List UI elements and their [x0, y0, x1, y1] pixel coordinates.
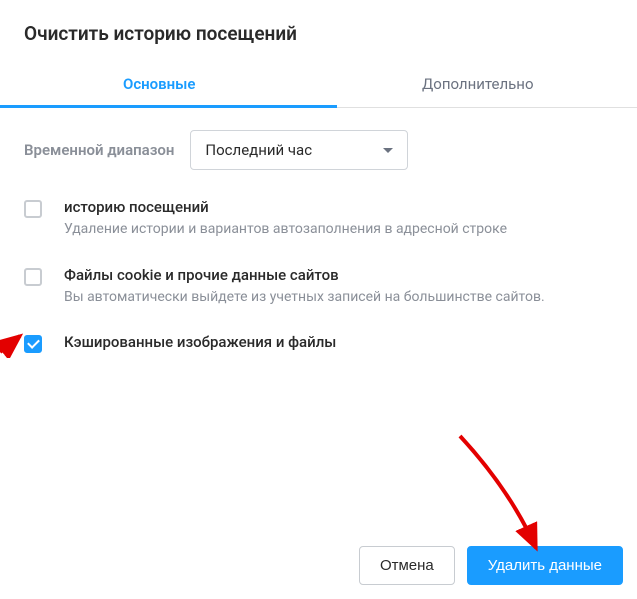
tabs: Основные Дополнительно: [0, 63, 637, 108]
checkbox-history[interactable]: [24, 200, 42, 218]
timerange-value: Последний час: [205, 141, 312, 159]
option-cache-title: Кэшированные изображения и файлы: [64, 333, 336, 351]
option-cookies-desc: Вы автоматически выйдете из учетных запи…: [64, 288, 545, 308]
option-cookies-text: Файлы cookie и прочие данные сайтов Вы а…: [64, 266, 545, 308]
option-cookies-title: Файлы cookie и прочие данные сайтов: [64, 266, 545, 284]
timerange-row: Временной диапазон Последний час: [24, 130, 613, 170]
option-cache: Кэшированные изображения и файлы: [24, 333, 613, 355]
option-history-desc: Удаление истории и вариантов автозаполне…: [64, 220, 507, 240]
cancel-button[interactable]: Отмена: [359, 546, 455, 585]
option-history-text: историю посещений Удаление истории и вар…: [64, 198, 507, 240]
confirm-button[interactable]: Удалить данные: [467, 546, 623, 585]
dialog-footer: Отмена Удалить данные: [359, 546, 623, 585]
tab-advanced-label: Дополнительно: [422, 75, 534, 93]
clear-browsing-data-dialog: Очистить историю посещений Основные Допо…: [0, 0, 637, 599]
tab-basic[interactable]: Основные: [0, 63, 319, 107]
chevron-down-icon: [383, 148, 393, 153]
dialog-content: Временной диапазон Последний час историю…: [0, 108, 637, 355]
option-history-title: историю посещений: [64, 198, 507, 216]
option-cache-text: Кэшированные изображения и файлы: [64, 333, 336, 355]
timerange-select[interactable]: Последний час: [190, 130, 408, 170]
tab-basic-label: Основные: [123, 75, 196, 93]
dialog-title: Очистить историю посещений: [0, 22, 637, 63]
checkbox-cache[interactable]: [24, 335, 42, 353]
tab-advanced[interactable]: Дополнительно: [319, 63, 637, 107]
timerange-label: Временной диапазон: [24, 141, 174, 159]
option-history: историю посещений Удаление истории и вар…: [24, 198, 613, 240]
checkbox-cookies[interactable]: [24, 268, 42, 286]
option-cookies: Файлы cookie и прочие данные сайтов Вы а…: [24, 266, 613, 308]
